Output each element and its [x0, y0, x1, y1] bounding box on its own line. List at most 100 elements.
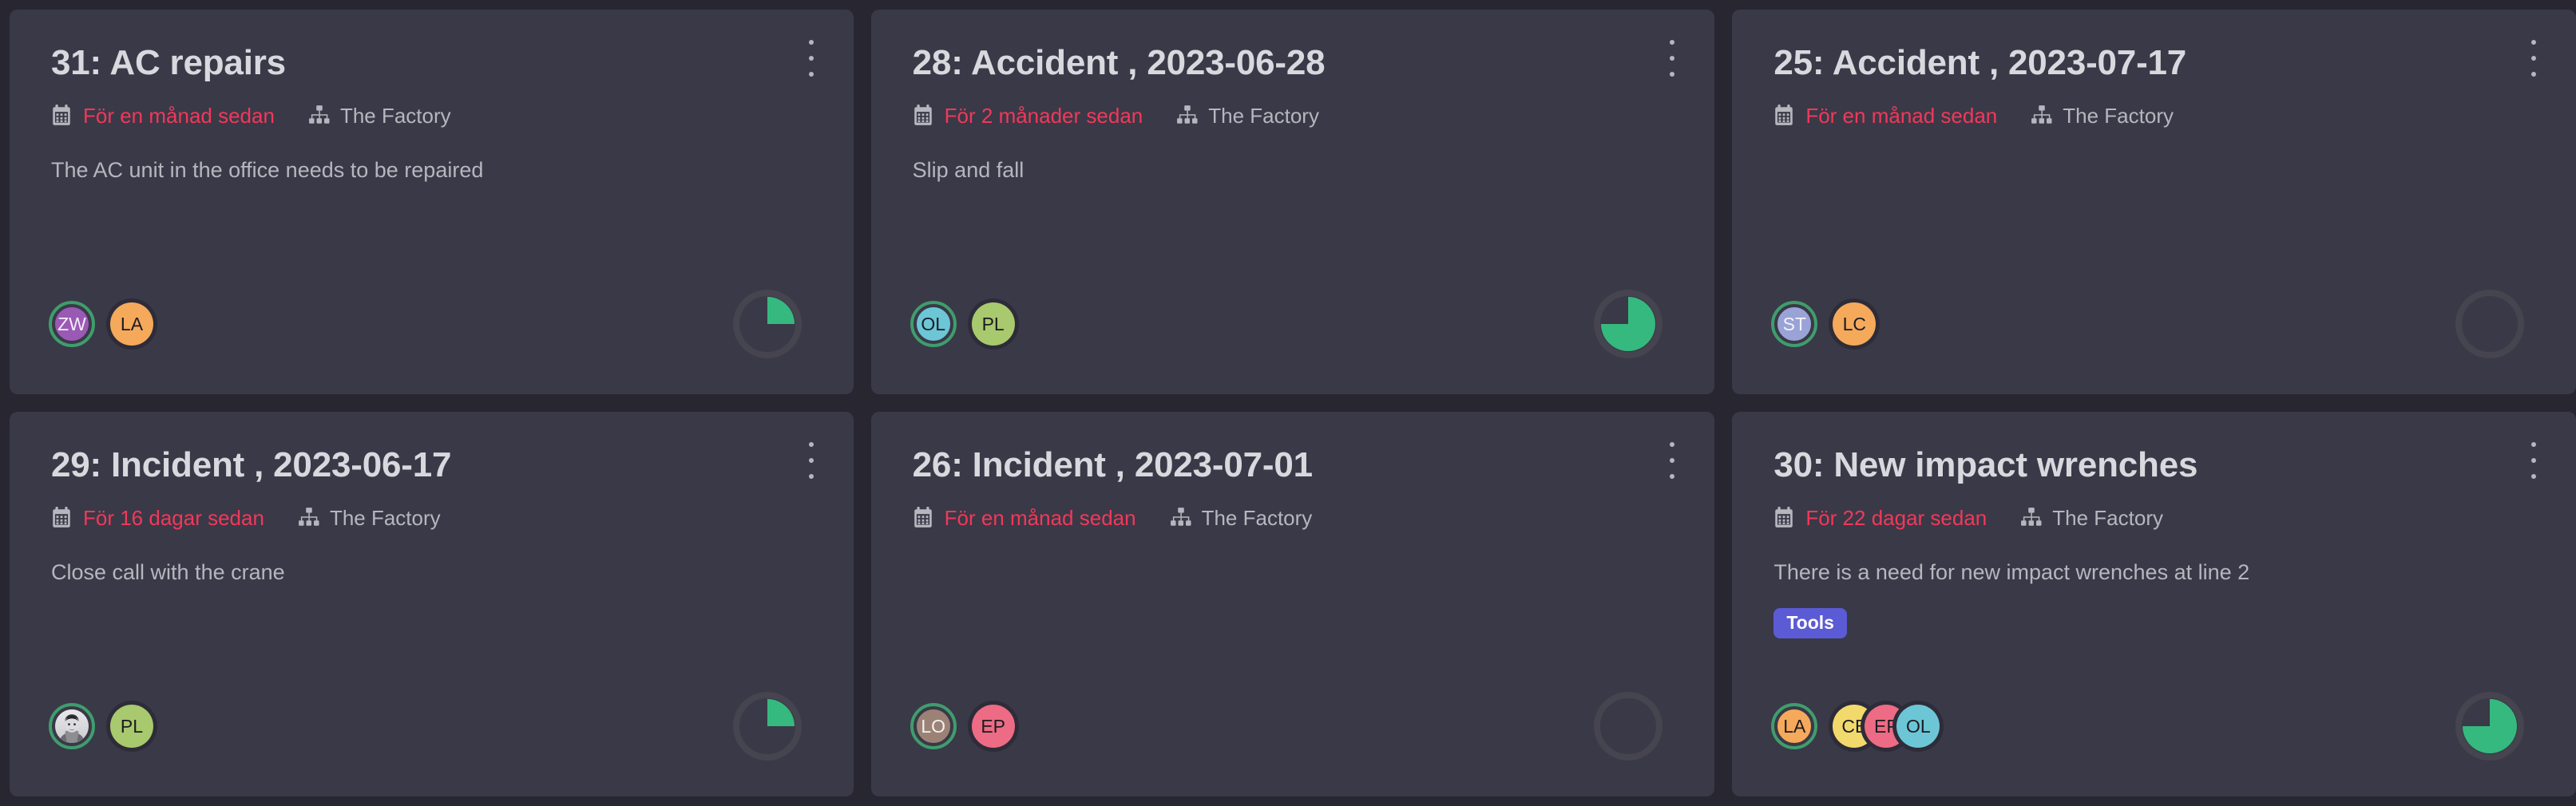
card-site: The Factory	[2020, 506, 2163, 531]
card-description: Slip and fall	[912, 158, 1024, 183]
card-date: För en månad sedan	[913, 506, 1136, 531]
avatar[interactable]: LC	[1833, 302, 1877, 346]
card-title: 29: Incident , 2023-06-17	[51, 445, 452, 484]
kebab-menu-icon[interactable]	[2523, 40, 2544, 77]
card-site: The Factory	[308, 104, 451, 128]
card-site: The Factory	[298, 506, 441, 531]
avatar-initials: ST	[1782, 313, 1807, 334]
avatar[interactable]: PL	[971, 302, 1015, 346]
avatar-initials: LA	[1783, 715, 1806, 737]
avatar-initials: CB	[1841, 715, 1868, 737]
kebab-menu-icon[interactable]	[801, 442, 822, 479]
card-title: 30: New impact wrenches	[1773, 445, 2198, 484]
avatar[interactable]	[49, 703, 95, 749]
card-title: 31: AC repairs	[51, 43, 286, 82]
avatar-group: ZW LA	[49, 301, 153, 347]
progress-pie-chart	[2451, 688, 2528, 765]
calendar-icon	[913, 507, 933, 529]
card-tag[interactable]: Tools	[1773, 608, 1847, 639]
kebab-menu-icon[interactable]	[1662, 442, 1682, 479]
avatar-initials: ZW	[57, 313, 86, 334]
card-site: The Factory	[1170, 506, 1312, 531]
kebab-menu-icon[interactable]	[801, 40, 822, 77]
card-site-label: The Factory	[329, 505, 441, 530]
task-card[interactable]: 31: AC repairs För en månad sedan The Fact…	[10, 10, 854, 394]
avatar[interactable]: EP	[971, 705, 1015, 748]
calendar-icon	[51, 105, 72, 127]
avatar[interactable]: OL	[910, 301, 957, 347]
calendar-icon	[1773, 507, 1794, 529]
card-meta: För 2 månader sedan The Factory	[913, 104, 1674, 128]
progress-pie-chart	[2451, 286, 2528, 362]
card-date-label: För en månad sedan	[944, 505, 1136, 530]
sitemap-icon	[1170, 507, 1191, 529]
sitemap-icon	[308, 105, 330, 127]
progress-pie-chart	[1590, 286, 1666, 362]
card-meta: För en månad sedan The Factory	[1773, 104, 2534, 128]
task-card[interactable]: 25: Accident , 2023-07-17 För en månad se…	[1732, 10, 2576, 394]
task-card[interactable]: 29: Incident , 2023-06-17 För 16 dagar se…	[10, 412, 854, 796]
kebab-menu-icon[interactable]	[2523, 442, 2544, 479]
card-date-label: För 16 dagar sedan	[83, 505, 264, 530]
card-date-label: För 2 månader sedan	[944, 103, 1143, 128]
card-description: There is a need for new impact wrenches …	[1773, 560, 2250, 585]
sitemap-icon	[298, 507, 319, 529]
card-footer: ZW LA	[49, 286, 812, 362]
card-footer: LA CB EP OL	[1771, 688, 2534, 765]
card-date: För en månad sedan	[51, 104, 275, 128]
avatar-initials: LO	[921, 715, 945, 737]
card-description	[1773, 156, 2534, 185]
avatar[interactable]: PL	[110, 705, 153, 748]
avatar[interactable]: ZW	[49, 301, 95, 347]
card-date-label: För en månad sedan	[83, 103, 275, 128]
card-date: För en månad sedan	[1773, 104, 1997, 128]
avatar[interactable]: LO	[910, 703, 957, 749]
card-date: För 22 dagar sedan	[1773, 506, 1987, 531]
card-date: För 2 månader sedan	[913, 104, 1143, 128]
card-description: The AC unit in the office needs to be re…	[51, 158, 484, 183]
avatar-overflow-group: PL	[110, 705, 153, 748]
card-meta: För en månad sedan The Factory	[51, 104, 812, 128]
card-date-label: För en månad sedan	[1805, 103, 1998, 128]
avatar-initials: LC	[1842, 313, 1867, 334]
sitemap-icon	[2031, 105, 2052, 127]
avatar-initials: LA	[120, 313, 144, 334]
progress-pie-chart	[1590, 688, 1666, 765]
card-footer: PL	[49, 688, 812, 765]
card-board: 31: AC repairs För en månad sedan The Fact…	[0, 0, 2576, 806]
avatar[interactable]: LA	[1771, 703, 1818, 749]
kebab-menu-icon[interactable]	[1662, 40, 1682, 77]
card-title: 25: Accident , 2023-07-17	[1773, 43, 2187, 82]
card-meta: För 16 dagar sedan The Factory	[51, 506, 812, 530]
avatar[interactable]: LA	[110, 302, 153, 346]
avatar-initials: PL	[981, 313, 1005, 334]
card-tags: Tools	[1773, 608, 2534, 639]
calendar-icon	[51, 507, 72, 529]
card-meta: För 22 dagar sedan The Factory	[1773, 506, 2534, 530]
task-card[interactable]: 30: New impact wrenches För 22 dagar seda…	[1732, 412, 2576, 796]
avatar[interactable]: OL	[1896, 705, 1940, 748]
avatar[interactable]: ST	[1771, 301, 1818, 347]
calendar-icon	[913, 105, 933, 127]
card-description: Close call with the crane	[51, 560, 285, 585]
card-title: 28: Accident , 2023-06-28	[912, 43, 1326, 82]
avatar-group: LA CB EP OL	[1771, 703, 1940, 749]
sitemap-icon	[2020, 507, 2042, 529]
card-description	[913, 559, 1674, 587]
avatar-overflow-group: LA	[110, 302, 153, 346]
task-card[interactable]: 28: Accident , 2023-06-28 För 2 månader s…	[870, 10, 1715, 394]
card-footer: LO EP	[910, 688, 1674, 765]
task-card[interactable]: 26: Incident , 2023-07-01 För en månad se…	[870, 412, 1715, 796]
avatar-initials: EP	[1873, 715, 1899, 737]
card-meta: För en månad sedan The Factory	[913, 506, 1674, 530]
card-footer: OL PL	[910, 286, 1674, 362]
avatar-group: LO EP	[910, 703, 1015, 749]
avatar-photo	[55, 709, 89, 743]
avatar-overflow-group: PL	[971, 302, 1015, 346]
card-site: The Factory	[1176, 104, 1319, 128]
avatar-group: ST LC	[1771, 301, 1877, 347]
sitemap-icon	[1176, 105, 1198, 127]
card-title: 26: Incident , 2023-07-01	[912, 445, 1313, 484]
card-site-label: The Factory	[1208, 103, 1319, 128]
card-footer: ST LC	[1771, 286, 2534, 362]
